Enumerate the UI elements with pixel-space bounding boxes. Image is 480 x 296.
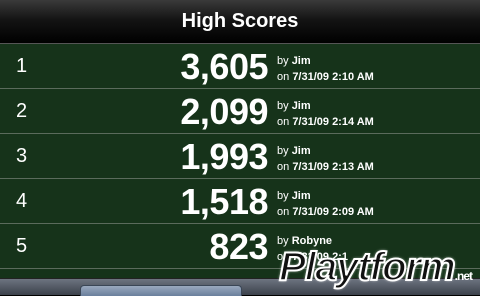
rank-number: 5 xyxy=(16,235,28,257)
page-title: High Scores xyxy=(0,0,480,44)
score-value: 2,099 xyxy=(180,91,268,132)
watermark-suffix: .net xyxy=(454,269,473,283)
on-label: on xyxy=(277,71,290,83)
score-value: 823 xyxy=(209,226,268,267)
score-meta: by Jim on 7/31/09 2:09 AM xyxy=(277,188,374,220)
on-label: on xyxy=(277,206,290,218)
player-name: Jim xyxy=(291,55,311,67)
by-label: by xyxy=(277,55,289,67)
player-name: Jim xyxy=(291,145,311,157)
rank-number: 3 xyxy=(16,145,28,167)
by-label: by xyxy=(277,100,289,112)
high-scores-list[interactable]: 1 3,605 by Jim on 7/31/09 2:10 AM 2 2,09… xyxy=(0,44,480,278)
rank-number: 4 xyxy=(16,190,28,212)
player-name: Jim xyxy=(291,100,311,112)
score-date: 7/31/09 2:10 AM xyxy=(292,71,374,83)
score-date: 7/31/09 2:14 AM xyxy=(292,116,374,128)
score-value: 1,993 xyxy=(180,136,268,177)
by-label: by xyxy=(277,190,289,202)
by-label: by xyxy=(277,145,289,157)
table-row[interactable]: 4 1,518 by Jim on 7/31/09 2:09 AM xyxy=(0,179,480,224)
score-meta: by Jim on 7/31/09 2:10 AM xyxy=(277,53,374,85)
score-meta: by Jim on 7/31/09 2:14 AM xyxy=(277,98,374,130)
score-value: 3,605 xyxy=(180,46,268,87)
score-date: 7/31/09 2:09 AM xyxy=(292,206,374,218)
on-label: on xyxy=(277,116,290,128)
table-row[interactable]: 2 2,099 by Jim on 7/31/09 2:14 AM xyxy=(0,89,480,134)
player-name: Jim xyxy=(291,190,311,202)
table-row[interactable]: 3 1,993 by Jim on 7/31/09 2:13 AM xyxy=(0,134,480,179)
watermark-text: Playtform xyxy=(278,244,456,290)
rank-number: 2 xyxy=(16,100,28,122)
score-value: 1,518 xyxy=(180,181,268,222)
score-date: 7/31/09 2:13 AM xyxy=(292,161,374,173)
segmented-control[interactable] xyxy=(80,285,242,296)
rank-number: 1 xyxy=(16,55,28,77)
watermark-logo: Playtform.net xyxy=(278,244,473,290)
table-row[interactable]: 1 3,605 by Jim on 7/31/09 2:10 AM xyxy=(0,44,480,89)
score-meta: by Jim on 7/31/09 2:13 AM xyxy=(277,143,374,175)
on-label: on xyxy=(277,161,290,173)
